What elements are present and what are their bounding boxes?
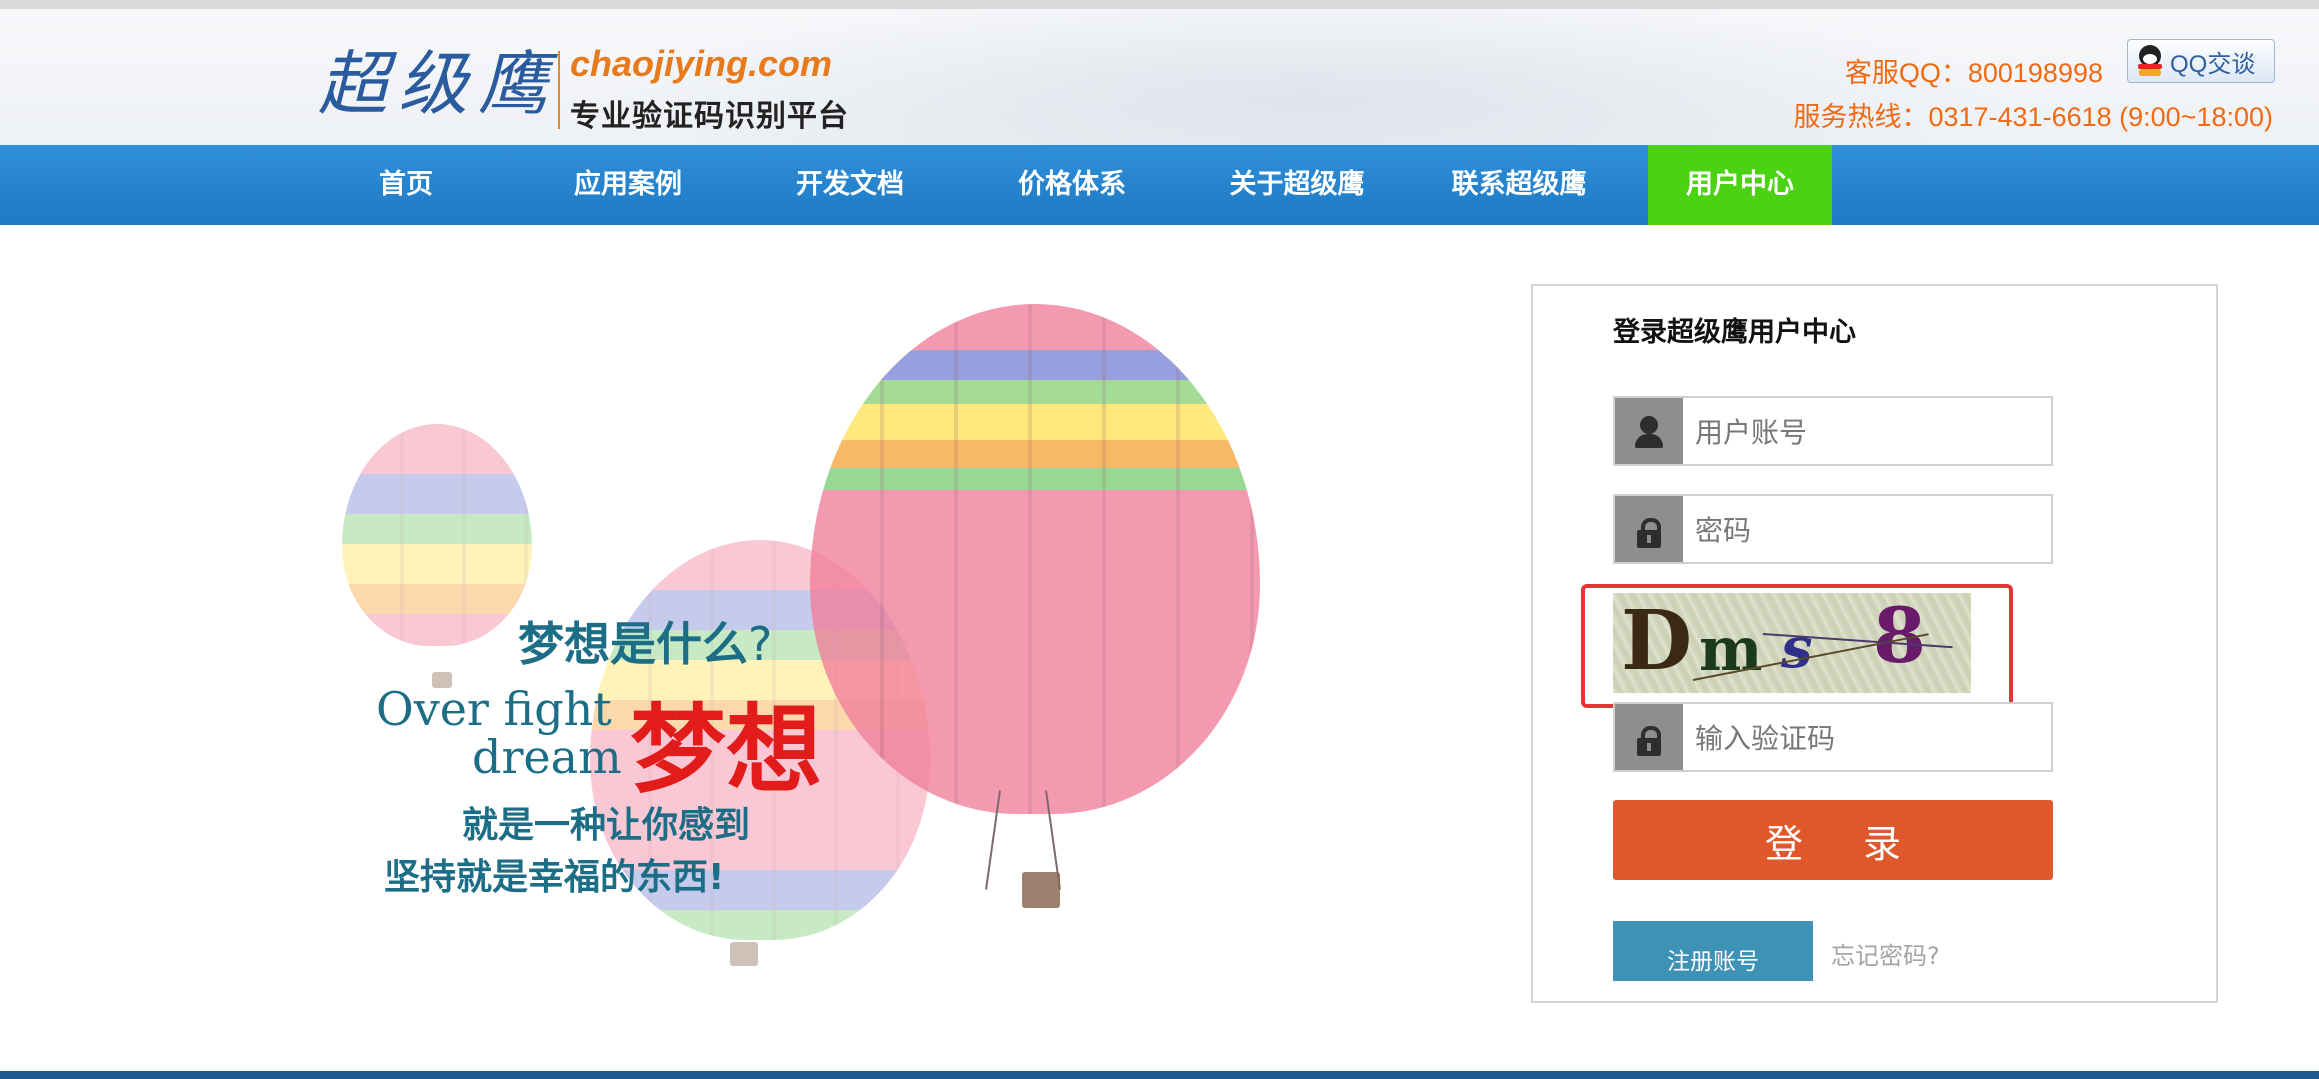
hero-line-2-en-1: Over fight xyxy=(376,682,612,736)
balloon-small-left xyxy=(342,424,532,646)
lock-icon xyxy=(1615,496,1683,562)
service-hotline: 服务热线：0317-431-6618 (9:00~18:00) xyxy=(1793,102,2273,132)
qq-penguin-icon xyxy=(2136,45,2164,77)
username-field[interactable] xyxy=(1613,396,2057,466)
hero-dream-title: 梦想 xyxy=(630,694,822,806)
nav-item-pricing[interactable]: 价格体系 xyxy=(992,145,1152,225)
nav-item-docs[interactable]: 开发文档 xyxy=(770,145,930,225)
nav-item-about[interactable]: 关于超级鹰 xyxy=(1212,145,1382,225)
login-panel: 登录超级鹰用户中心 D m s 8 登 录 注册账号 忘记密码? xyxy=(1531,284,2218,1003)
site-header: 超级鹰 chaojiying.com 专业验证码识别平台 客服QQ：800198… xyxy=(0,9,2319,145)
register-button[interactable]: 注册账号 xyxy=(1613,921,1813,981)
username-input[interactable] xyxy=(1685,398,2057,466)
balloon-middle-basket xyxy=(730,942,758,966)
password-input[interactable] xyxy=(1685,496,2057,564)
forgot-password-link[interactable]: 忘记密码? xyxy=(1831,936,1940,971)
lock-icon xyxy=(1615,704,1683,770)
captcha-image[interactable]: D m s 8 xyxy=(1613,593,1971,693)
nav-item-home[interactable]: 首页 xyxy=(348,145,464,225)
qq-chat-label: QQ交谈 xyxy=(2170,50,2256,78)
balloon-large-right xyxy=(810,304,1260,814)
password-field[interactable] xyxy=(1613,494,2057,564)
hero-line-4: 坚持就是幸福的东西! xyxy=(384,857,725,898)
login-title: 登录超级鹰用户中心 xyxy=(1613,317,1856,348)
logo-chinese[interactable]: 超级鹰 xyxy=(318,39,558,129)
balloon-large-basket xyxy=(1022,872,1060,908)
hero-line-1: 梦想是什么? xyxy=(518,617,773,671)
user-icon xyxy=(1615,398,1683,464)
main-nav: 首页 应用案例 开发文档 价格体系 关于超级鹰 联系超级鹰 用户中心 xyxy=(0,145,2319,225)
captcha-field[interactable] xyxy=(1613,702,2057,772)
browser-top-edge xyxy=(0,0,2319,9)
hero-line-2-en-2: dream xyxy=(472,730,622,784)
logo-domain[interactable]: chaojiying.com xyxy=(570,43,832,85)
captcha-input[interactable] xyxy=(1685,704,2057,772)
qq-chat-button[interactable]: QQ交谈 xyxy=(2127,39,2275,83)
nav-item-user-center[interactable]: 用户中心 xyxy=(1648,145,1832,225)
nav-item-contact[interactable]: 联系超级鹰 xyxy=(1434,145,1604,225)
footer-bar xyxy=(0,1071,2319,1079)
hero-banner: 梦想是什么? Over fight dream 梦想 就是一种让你感到 坚持就是… xyxy=(330,290,1290,990)
login-button[interactable]: 登 录 xyxy=(1613,800,2053,880)
logo-slogan: 专业验证码识别平台 xyxy=(570,99,849,134)
hero-line-3: 就是一种让你感到 xyxy=(462,805,751,846)
logo-divider xyxy=(558,51,560,129)
nav-item-cases[interactable]: 应用案例 xyxy=(548,145,708,225)
